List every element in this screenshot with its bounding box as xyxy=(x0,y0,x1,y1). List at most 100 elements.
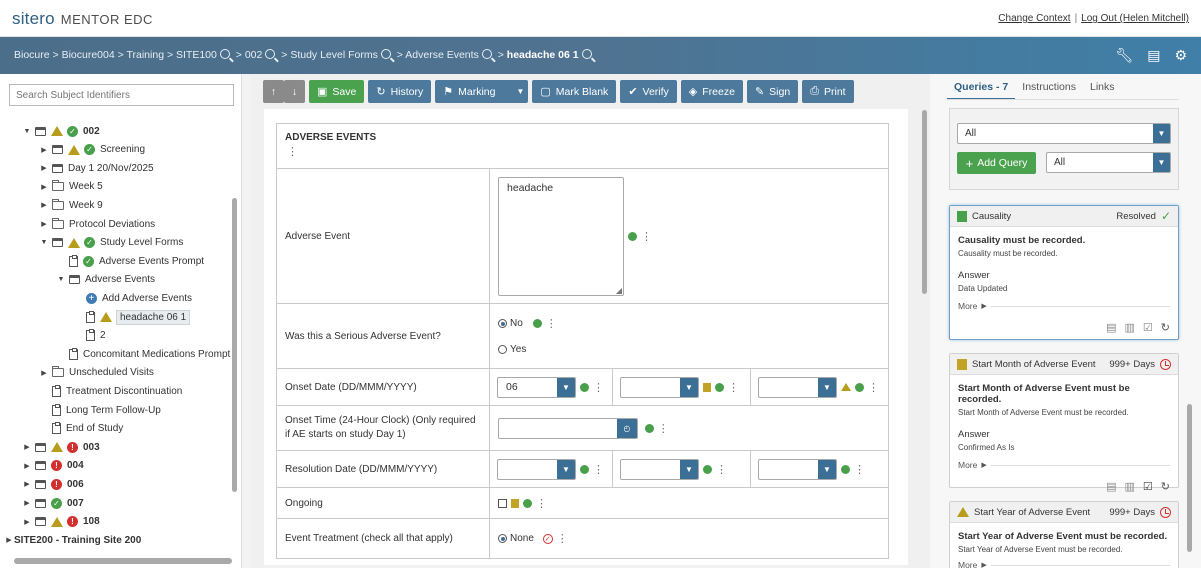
caret-right-icon[interactable]: ▶ xyxy=(22,480,32,488)
caret-down-icon[interactable]: ▼ xyxy=(22,128,32,135)
resize-handle-icon[interactable]: ◢ xyxy=(616,286,622,295)
onset-month-select[interactable]: ▼ xyxy=(620,376,699,398)
tree-item[interactable]: ▶ ✓ 007 xyxy=(22,494,84,512)
query-card[interactable]: Causality Resolved ✓ Causality must be r… xyxy=(949,205,1179,340)
ongoing-checkbox[interactable] xyxy=(498,498,507,508)
clock-icon[interactable]: ◴ xyxy=(617,418,637,438)
field-menu-icon[interactable]: ⋮ xyxy=(716,463,727,476)
document-check-icon[interactable]: ☑ xyxy=(1143,321,1153,334)
breadcrumb-item[interactable]: Adverse Events xyxy=(405,49,479,61)
breadcrumb-item[interactable]: SITE100 xyxy=(176,49,217,61)
tree-item[interactable]: + Add Adverse Events xyxy=(73,289,192,307)
caret-right-icon[interactable]: ▶ xyxy=(39,369,49,377)
breadcrumb-item[interactable]: Biocure xyxy=(14,49,50,61)
onset-year-select[interactable]: ▼ xyxy=(758,376,837,398)
document-icon[interactable]: ▥ xyxy=(1125,480,1135,493)
caret-down-icon[interactable]: ▼ xyxy=(56,276,66,283)
left-splitter[interactable] xyxy=(242,74,250,568)
form-scrollbar[interactable] xyxy=(921,110,928,558)
navigate-up-button[interactable]: ↑ xyxy=(263,80,284,103)
query-card[interactable]: Start Month of Adverse Event 999+ Days S… xyxy=(949,353,1179,493)
tree-item[interactable]: ▶ Week 9 xyxy=(39,196,103,214)
onset-time-input[interactable]: ◴ xyxy=(498,417,638,439)
verify-button[interactable]: ✔ Verify xyxy=(620,80,677,103)
tree-horizontal-scrollbar[interactable] xyxy=(14,558,232,564)
field-menu-icon[interactable]: ⋮ xyxy=(641,230,652,243)
caret-right-icon[interactable]: ▶ xyxy=(39,146,49,154)
query-more[interactable]: More ▶ xyxy=(958,560,1170,568)
caret-right-icon[interactable]: ▶ xyxy=(22,443,32,451)
field-menu-icon[interactable]: ⋮ xyxy=(536,497,547,510)
clipboard-icon[interactable]: ▤ xyxy=(1106,480,1116,493)
search-icon[interactable] xyxy=(219,49,230,59)
tree-item[interactable]: Long Term Follow-Up xyxy=(39,401,161,419)
queries-scrollbar[interactable] xyxy=(1186,108,1193,560)
subject-search-input[interactable] xyxy=(9,84,234,106)
caret-right-icon[interactable]: ▶ xyxy=(22,499,32,507)
bookmark-icon[interactable]: ▤ xyxy=(1147,47,1160,64)
search-icon[interactable] xyxy=(481,49,492,59)
breadcrumb-item[interactable]: Study Level Forms xyxy=(290,49,378,61)
freeze-button[interactable]: ◈ Freeze xyxy=(680,80,743,103)
field-menu-icon[interactable]: ⋮ xyxy=(728,381,739,394)
caret-right-icon[interactable]: ▶ xyxy=(39,183,49,191)
breadcrumb-item[interactable]: Training xyxy=(126,49,164,61)
tree-item[interactable]: ▶ Week 5 xyxy=(39,178,103,196)
change-context-link[interactable]: Change Context xyxy=(998,13,1070,24)
caret-right-icon[interactable]: ▶ xyxy=(39,164,49,172)
tree-item[interactable]: ▶! 006 xyxy=(22,475,84,493)
mark-blank-button[interactable]: ▢ Mark Blank xyxy=(532,80,617,103)
tree-item[interactable]: Concomitant Medications Prompt xyxy=(56,345,230,363)
tree-item[interactable]: 2 xyxy=(73,327,106,345)
print-button[interactable]: ⎙ Print xyxy=(802,80,854,103)
gear-icon[interactable]: ⚙ xyxy=(1174,47,1187,64)
tree-item[interactable]: Treatment Discontinuation xyxy=(39,382,182,400)
onset-day-select[interactable]: 06 ▼ xyxy=(497,376,576,398)
tree-scrollbar-thumb[interactable] xyxy=(232,198,237,492)
search-icon[interactable] xyxy=(380,49,391,59)
tree-item[interactable]: ▶! 108 xyxy=(22,513,100,531)
document-icon[interactable]: ▥ xyxy=(1125,321,1135,334)
note-icon[interactable] xyxy=(703,382,711,392)
caret-right-icon[interactable]: ▶ xyxy=(39,220,49,228)
field-menu-icon[interactable]: ⋮ xyxy=(658,422,669,435)
tree-item[interactable]: ▼ ✓ 002 xyxy=(22,122,100,140)
breadcrumb-item[interactable]: 002 xyxy=(245,49,263,61)
breadcrumb-item[interactable]: Biocure004 xyxy=(62,49,115,61)
tree-item[interactable]: ▶ Protocol Deviations xyxy=(39,215,155,233)
form-scrollbar-thumb[interactable] xyxy=(922,110,927,294)
resolution-year-select[interactable]: ▼ xyxy=(758,458,837,480)
tree-item[interactable]: ▶ Unscheduled Visits xyxy=(39,364,154,382)
tree-item[interactable]: ✓ Adverse Events Prompt xyxy=(56,252,204,270)
tree-item[interactable]: ▼ Adverse Events xyxy=(56,271,156,289)
query-card[interactable]: Start Year of Adverse Event 999+ Days St… xyxy=(949,501,1179,568)
caret-right-icon[interactable]: ▶ xyxy=(39,201,49,209)
document-check-icon[interactable]: ☑ xyxy=(1143,480,1153,493)
field-menu-icon[interactable]: ⋮ xyxy=(593,381,604,394)
warning-icon[interactable] xyxy=(841,383,851,391)
adverse-event-textarea[interactable]: headache ◢ xyxy=(498,176,624,296)
navigate-down-button[interactable]: ↓ xyxy=(284,80,305,103)
field-menu-icon[interactable]: ⋮ xyxy=(868,381,879,394)
wrench-icon[interactable]: 🔧︎ xyxy=(1115,47,1133,64)
sign-button[interactable]: ✎ Sign xyxy=(746,80,799,103)
treatment-none-radio[interactable] xyxy=(498,534,507,543)
marking-button[interactable]: ⚑ Marking ▼ xyxy=(435,80,529,103)
caret-right-icon[interactable]: ▶ xyxy=(22,518,32,526)
tree-item[interactable]: End of Study xyxy=(39,420,123,438)
query-more[interactable]: More ▶ xyxy=(958,460,1170,470)
tab-instructions[interactable]: Instructions xyxy=(1015,78,1083,100)
tree-item[interactable]: ▼ ✓ Study Level Forms xyxy=(39,234,183,252)
note-icon[interactable] xyxy=(511,498,519,508)
tree-item[interactable]: ▶! 003 xyxy=(22,438,100,456)
tree-item[interactable]: ▶ Day 1 20/Nov/2025 xyxy=(39,159,153,177)
right-splitter[interactable] xyxy=(930,74,939,568)
section-menu-icon[interactable]: ⋮ xyxy=(287,145,298,158)
caret-right-icon[interactable]: ▶ xyxy=(22,462,32,470)
logout-link[interactable]: Log Out (Helen Mitchell) xyxy=(1081,13,1189,24)
serious-yes-radio[interactable] xyxy=(498,344,507,354)
field-menu-icon[interactable]: ⋮ xyxy=(546,317,557,330)
field-menu-icon[interactable]: ⋮ xyxy=(854,463,865,476)
history-button[interactable]: ↻ History xyxy=(368,80,432,103)
resolution-day-select[interactable]: ▼ xyxy=(497,458,576,480)
